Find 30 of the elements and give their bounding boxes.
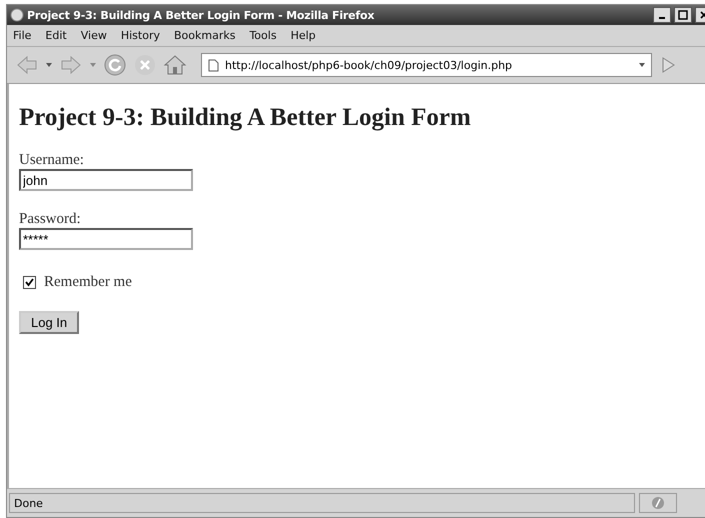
field-label: Username: (19, 152, 85, 169)
menu-item[interactable]: History (118, 29, 168, 42)
minimize-button[interactable] (653, 7, 671, 23)
checkbox-label: Remember me (44, 274, 132, 291)
menu-item[interactable]: Bookmarks (172, 29, 244, 42)
back-icon[interactable] (15, 53, 39, 77)
page-heading: Project 9-3: Building A Better Login Form (19, 104, 472, 132)
url-text: http://localhost/php6-book/ch09/project03/login.php (225, 58, 514, 72)
security-icon (651, 496, 665, 510)
menu-item[interactable]: View (78, 29, 115, 42)
username-field[interactable]: john (19, 169, 193, 191)
reload-icon[interactable] (103, 53, 127, 77)
menu-item[interactable]: Tools (247, 29, 285, 42)
remember-checkbox[interactable] (23, 276, 36, 289)
address-bar[interactable]: http://localhost/php6-book/ch09/project03/login.php (201, 53, 652, 77)
page-icon (208, 58, 219, 72)
window-title: Project 9-3: Building A Better Login Form - Mozilla Firefox (27, 8, 376, 22)
status-text: Done (9, 493, 635, 513)
password-field[interactable]: ***** (19, 228, 193, 250)
menu-item[interactable]: Edit (43, 29, 75, 42)
caret-icon[interactable] (45, 61, 53, 69)
maximize-icon (678, 10, 688, 20)
caret-icon[interactable] (89, 61, 97, 69)
home-icon[interactable] (163, 53, 187, 77)
menu-item[interactable]: File (11, 29, 40, 42)
maximize-button[interactable] (674, 7, 692, 23)
field-label: Password: (19, 211, 82, 228)
login-button[interactable]: Log In (19, 311, 80, 334)
menu-item[interactable]: Help (288, 29, 324, 42)
forward-icon[interactable] (59, 53, 83, 77)
